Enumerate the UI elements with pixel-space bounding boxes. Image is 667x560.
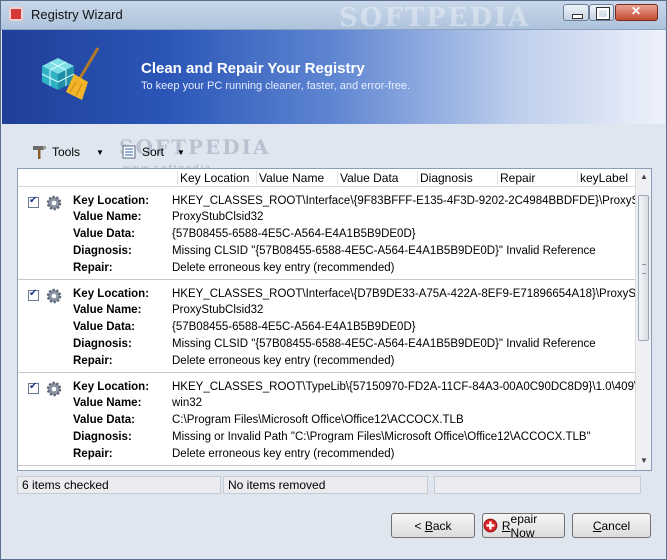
tools-label: Tools <box>52 145 81 159</box>
key-location-value: HKEY_CLASSES_ROOT\Interface\{D7B9DE33-A7… <box>172 288 652 300</box>
value-data-value: {57B08455-6588-4E5C-A564-E4A1B5B9DE0D} <box>172 321 416 333</box>
diagnosis-label: Diagnosis: <box>73 431 132 443</box>
registry-wizard-window: Registry Wizard SOFTPEDIA ✕ Clean and Re… <box>0 0 667 560</box>
chevron-down-icon: ▼ <box>177 147 185 157</box>
status-items-checked: 6 items checked <box>17 476 221 494</box>
repair-now-button[interactable]: Repair Now <box>482 511 565 540</box>
column-diagnosis[interactable]: Diagnosis <box>417 171 473 185</box>
list-item[interactable]: Key Location: HKEY_CLASSES_ROOT\Interfac… <box>18 187 651 280</box>
diagnosis-value: Missing CLSID "{57B08455-6588-4E5C-A564-… <box>172 245 596 257</box>
grip-icon <box>642 264 646 274</box>
key-location-value: HKEY_CLASSES_ROOT\Interface\{9F83BFFF-E1… <box>172 195 652 207</box>
registry-broom-icon <box>41 47 100 100</box>
list-item[interactable]: Key Location: HKEY_CLASSES_ROOT\Interfac… <box>18 280 651 373</box>
entry-checkbox[interactable] <box>28 381 39 394</box>
key-location-value: HKEY_CLASSES_ROOT\TypeLib\{57150970-FD2A… <box>172 381 652 393</box>
column-header-row: Key Location Value Name Value Data Diagn… <box>18 169 635 187</box>
value-data-value: C:\Program Files\Microsoft Office\Office… <box>172 414 464 426</box>
key-location-label: Key Location: <box>73 381 150 393</box>
cancel-label-rest: ancel <box>601 518 631 533</box>
value-data-label: Value Data: <box>73 321 135 333</box>
repair-icon <box>483 518 498 533</box>
vertical-scrollbar[interactable]: ▲ ▼ <box>635 169 651 470</box>
watermark: SOFTPEDIA <box>339 3 531 33</box>
cancel-button[interactable]: Cancel <box>572 513 651 538</box>
back-button[interactable]: < Back <box>391 513 475 538</box>
repair-access-key: R <box>501 518 511 533</box>
value-name-label: Value Name: <box>73 397 142 409</box>
maximize-button[interactable] <box>589 4 614 21</box>
entry-checkbox[interactable] <box>28 288 39 301</box>
column-key-label[interactable]: keyLabel <box>577 171 628 185</box>
entry-checkbox[interactable] <box>28 195 39 208</box>
sort-menu-button[interactable]: Sort ▼ <box>121 141 185 163</box>
diagnosis-value: Missing or Invalid Path "C:\Program File… <box>172 431 591 443</box>
sort-label: Sort <box>142 145 165 159</box>
hammer-icon <box>33 146 46 159</box>
status-extra <box>434 476 641 494</box>
scroll-down-arrow-icon[interactable]: ▼ <box>638 455 650 467</box>
list-item[interactable]: Key Location: HKEY_CLASSES_ROOT\TypeLib\… <box>18 373 651 466</box>
value-name-label: Value Name: <box>73 211 142 223</box>
banner-headline: Clean and Repair Your Registry <box>141 60 365 77</box>
value-data-value: {57B08455-6588-4E5C-A564-E4A1B5B9DE0D} <box>172 228 416 240</box>
window-title: Registry Wizard <box>31 7 123 22</box>
back-access-key: B <box>424 518 433 533</box>
gear-icon <box>46 288 62 304</box>
diagnosis-label: Diagnosis: <box>73 338 132 350</box>
app-icon <box>9 7 23 21</box>
repair-value: Delete erroneous key entry (recommended) <box>172 355 395 367</box>
back-prefix: < <box>414 518 425 533</box>
gear-icon <box>46 381 62 397</box>
registry-issues-list[interactable]: Key Location Value Name Value Data Diagn… <box>17 168 652 471</box>
column-key-location[interactable]: Key Location <box>177 171 249 185</box>
key-location-label: Key Location: <box>73 288 150 300</box>
repair-value: Delete erroneous key entry (recommended) <box>172 448 395 460</box>
title-bar[interactable]: Registry Wizard SOFTPEDIA <box>1 1 666 33</box>
sort-icon <box>122 145 136 159</box>
banner-subline: To keep your PC running cleaner, faster,… <box>141 80 411 92</box>
cancel-access-key: C <box>592 518 602 533</box>
value-data-label: Value Data: <box>73 414 135 426</box>
repair-label: Repair: <box>73 448 113 460</box>
column-value-data[interactable]: Value Data <box>337 171 398 185</box>
value-name-value: win32 <box>172 397 203 409</box>
close-button[interactable] <box>615 4 658 21</box>
value-data-label: Value Data: <box>73 228 135 240</box>
repair-label: Repair: <box>73 355 113 367</box>
minimize-button[interactable] <box>563 4 589 21</box>
diagnosis-value: Missing CLSID "{57B08455-6588-4E5C-A564-… <box>172 338 596 350</box>
repair-label-rest: epair Now <box>510 511 538 540</box>
scrollbar-thumb[interactable] <box>638 195 649 341</box>
scroll-up-arrow-icon[interactable]: ▲ <box>638 171 650 183</box>
repair-label: Repair: <box>73 262 113 274</box>
key-location-label: Key Location: <box>73 195 150 207</box>
value-name-label: Value Name: <box>73 304 142 316</box>
column-value-name[interactable]: Value Name <box>256 171 324 185</box>
column-repair[interactable]: Repair <box>497 171 535 185</box>
gear-icon <box>46 195 62 211</box>
value-name-value: ProxyStubClsid32 <box>172 211 264 223</box>
repair-value: Delete erroneous key entry (recommended) <box>172 262 395 274</box>
diagnosis-label: Diagnosis: <box>73 245 132 257</box>
tools-menu-button[interactable]: Tools ▼ <box>31 141 104 163</box>
header-banner: Clean and Repair Your Registry To keep y… <box>2 30 665 124</box>
back-label-rest: ack <box>432 518 452 533</box>
chevron-down-icon: ▼ <box>96 147 104 157</box>
value-name-value: ProxyStubClsid32 <box>172 304 264 316</box>
status-items-removed: No items removed <box>223 476 428 494</box>
